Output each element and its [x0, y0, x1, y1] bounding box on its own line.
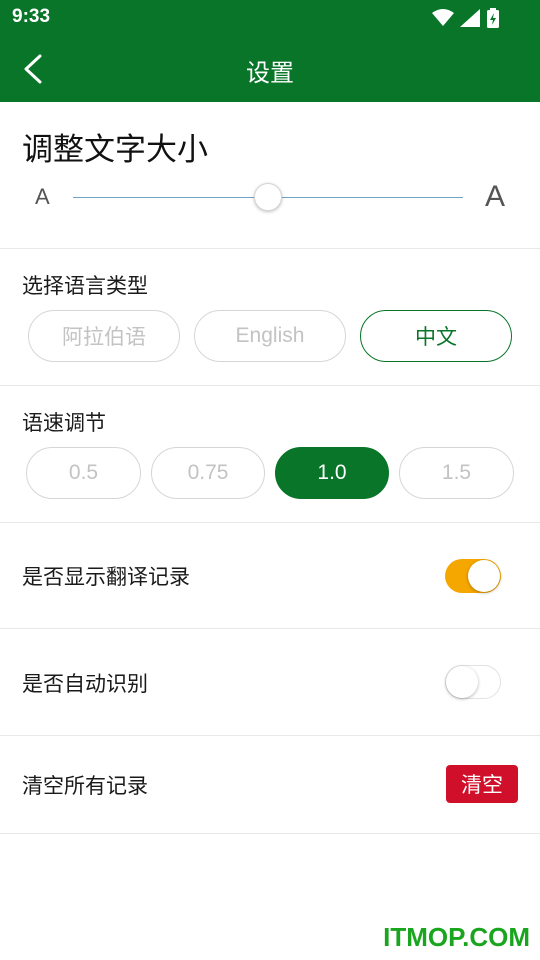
language-section: 选择语言类型 阿拉伯语 English 中文 [0, 249, 540, 386]
clear-records-row: 清空所有记录 清空 [0, 736, 540, 834]
show-history-row: 是否显示翻译记录 [0, 523, 540, 629]
app-bar: 设置 [0, 36, 540, 102]
auto-detect-toggle[interactable] [445, 665, 501, 699]
small-a-glyph: A [35, 184, 50, 208]
watermark-logo: ITMOP.COM [383, 922, 530, 952]
status-icons [432, 8, 500, 28]
language-option-chinese[interactable]: 中文 [360, 310, 512, 362]
language-option-english[interactable]: English [194, 310, 346, 362]
font-size-section: 调整文字大小 A A [0, 102, 540, 249]
wifi-icon [432, 9, 454, 26]
signal-icon [460, 9, 480, 27]
auto-detect-label: 是否自动识别 [22, 672, 148, 696]
battery-charging-icon [487, 8, 499, 28]
speed-section: 语速调节 0.5 0.75 1.0 1.5 [0, 386, 540, 523]
speed-option-0-75[interactable]: 0.75 [151, 447, 265, 499]
show-history-toggle[interactable] [445, 559, 501, 593]
speed-label: 语速调节 [22, 411, 106, 435]
large-a-glyph: A [485, 180, 505, 210]
slider-thumb[interactable] [254, 183, 282, 211]
speed-option-1-0[interactable]: 1.0 [275, 447, 389, 499]
status-bar: 9:33 [0, 0, 540, 36]
speed-option-1-5[interactable]: 1.5 [399, 447, 514, 499]
small-a-icon: A [35, 184, 50, 208]
clear-button[interactable]: 清空 [446, 765, 518, 803]
clear-records-label: 清空所有记录 [22, 774, 148, 798]
language-label: 选择语言类型 [22, 274, 148, 298]
status-time: 9:33 [12, 6, 51, 27]
show-history-label: 是否显示翻译记录 [22, 565, 190, 589]
font-size-heading: 调整文字大小 [22, 132, 208, 168]
speed-option-0-5[interactable]: 0.5 [26, 447, 141, 499]
auto-detect-row: 是否自动识别 [0, 629, 540, 736]
font-size-slider[interactable]: A A [0, 176, 540, 220]
page-title: 设置 [246, 59, 294, 87]
toggle-knob [446, 666, 478, 698]
language-option-arabic[interactable]: 阿拉伯语 [28, 310, 180, 362]
toggle-knob [468, 560, 500, 592]
large-a-icon: A [485, 180, 505, 210]
